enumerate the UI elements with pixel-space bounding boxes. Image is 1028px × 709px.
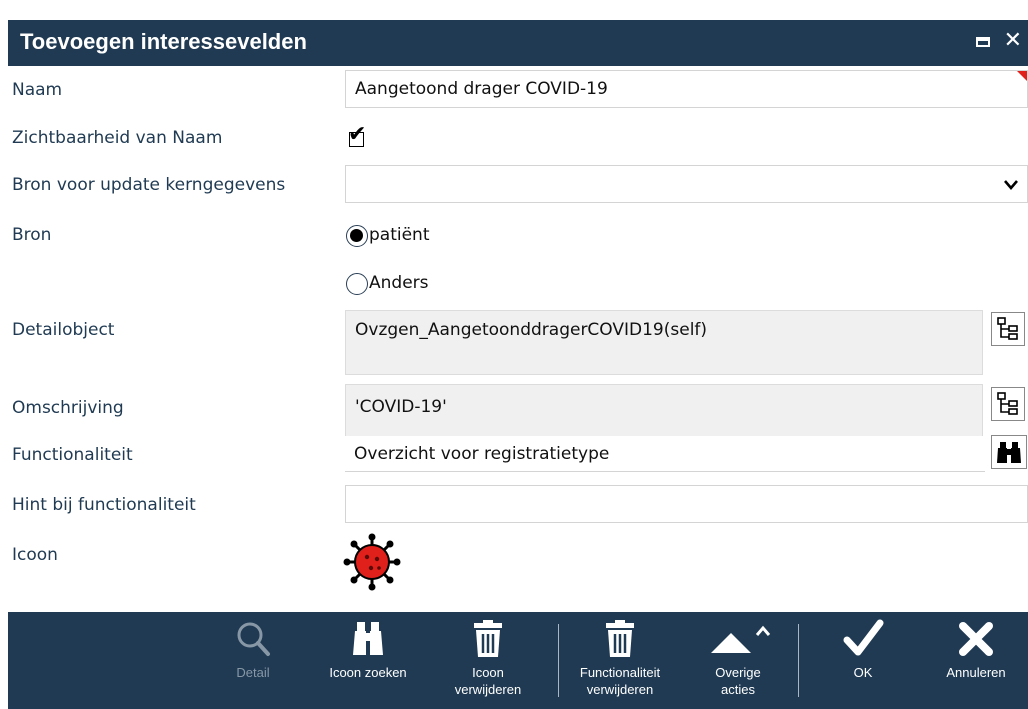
zichtbaarheid-checkbox[interactable]: ✔ [348,124,367,148]
toolbar-separator [798,624,799,697]
detailobject-tree-button[interactable] [991,312,1025,346]
radio-patient-label: patiënt [369,225,430,245]
icoon-label: Icoon [12,545,58,565]
icoon-verwijderen-label: Icoon verwijderen [438,664,538,698]
annuleren-label: Annuleren [946,665,1006,680]
expand-up-icon [711,625,771,653]
radio-patient[interactable] [346,225,368,247]
hint-input[interactable] [345,485,1028,523]
tree-icon [997,392,1018,415]
bron-label: Bron [12,225,52,245]
dialog: Toevoegen interessevelden ✕ Naam Aangeto… [8,20,1028,709]
functionaliteit-label: Functionaliteit [12,445,133,465]
icoon-zoeken-button[interactable]: Icoon zoeken [308,612,428,709]
toolbar-separator [558,624,559,697]
detailobject-label: Detailobject [12,320,115,340]
chevron-down-icon [1004,180,1018,190]
tree-icon [997,317,1018,340]
maximize-icon[interactable] [976,37,990,47]
functionaliteit-verwijderen-button[interactable]: Functionaliteit verwijderen [565,612,675,709]
overige-acties-button[interactable]: Overige acties [688,612,788,709]
zichtbaarheid-label: Zichtbaarheid van Naam [12,128,223,148]
ok-button[interactable]: OK [808,612,918,709]
overige-line1: Overige [715,665,761,680]
window-title: Toevoegen interessevelden [20,29,307,54]
functionaliteit-value: Overzicht voor registratietype [354,444,610,464]
required-marker [1017,71,1027,81]
icoon-verwijderen-line2: verwijderen [454,682,522,697]
trash-icon [474,620,502,657]
icoon-zoeken-label: Icoon zoeken [329,665,407,680]
icoon-verwijderen-line1: Icoon [472,665,504,680]
binoculars-icon [997,442,1021,463]
toolbar: Detail Icoon zoeken Icoon verwijderen Fu… [8,612,1028,709]
naam-input[interactable]: Aangetoond drager COVID-19 [345,70,1028,108]
title-bar: Toevoegen interessevelden ✕ [8,20,1028,66]
func-verwijderen-line2: verwijderen [586,682,654,697]
omschrijving-tree-button[interactable] [991,387,1025,421]
func-verwijderen-line1: Functionaliteit [579,665,661,680]
functionaliteit-search-button[interactable] [991,435,1027,469]
detailobject-field[interactable]: Ovzgen_AangetoonddragerCOVID19(self) [345,310,983,375]
magnifier-icon [237,622,270,656]
radio-anders-label: Anders [369,273,429,293]
check-icon [843,619,884,656]
annuleren-button[interactable]: Annuleren [926,612,1026,709]
checkmark-icon: ✔ [348,122,367,147]
ok-label: OK [853,665,873,680]
bron-update-label: Bron voor update kerngegevens [12,175,286,195]
omschrijving-label: Omschrijving [12,398,124,418]
overige-line2: acties [721,682,755,697]
binoculars-icon [353,622,383,655]
overige-acties-label: Overige acties [688,664,788,698]
radio-anders[interactable] [346,273,368,295]
hint-label: Hint bij functionaliteit [12,495,196,515]
close-icon[interactable]: ✕ [1004,27,1022,55]
virus-icon[interactable] [342,532,402,592]
detailobject-value: Ovzgen_AangetoonddragerCOVID19(self) [355,320,708,340]
functionaliteit-field: Overzicht voor registratietype [345,436,985,472]
bron-update-select[interactable] [345,165,1028,203]
radio-selected-dot [350,229,363,242]
icoon-verwijderen-button[interactable]: Icoon verwijderen [438,612,538,709]
functionaliteit-verwijderen-label: Functionaliteit verwijderen [565,664,675,698]
detail-label: Detail [236,665,270,680]
trash-icon [606,620,634,657]
close-icon [959,622,993,656]
detail-button[interactable]: Detail [213,612,293,709]
naam-label: Naam [12,80,63,100]
omschrijving-value: 'COVID-19' [355,397,447,417]
naam-value: Aangetoond drager COVID-19 [355,79,608,99]
